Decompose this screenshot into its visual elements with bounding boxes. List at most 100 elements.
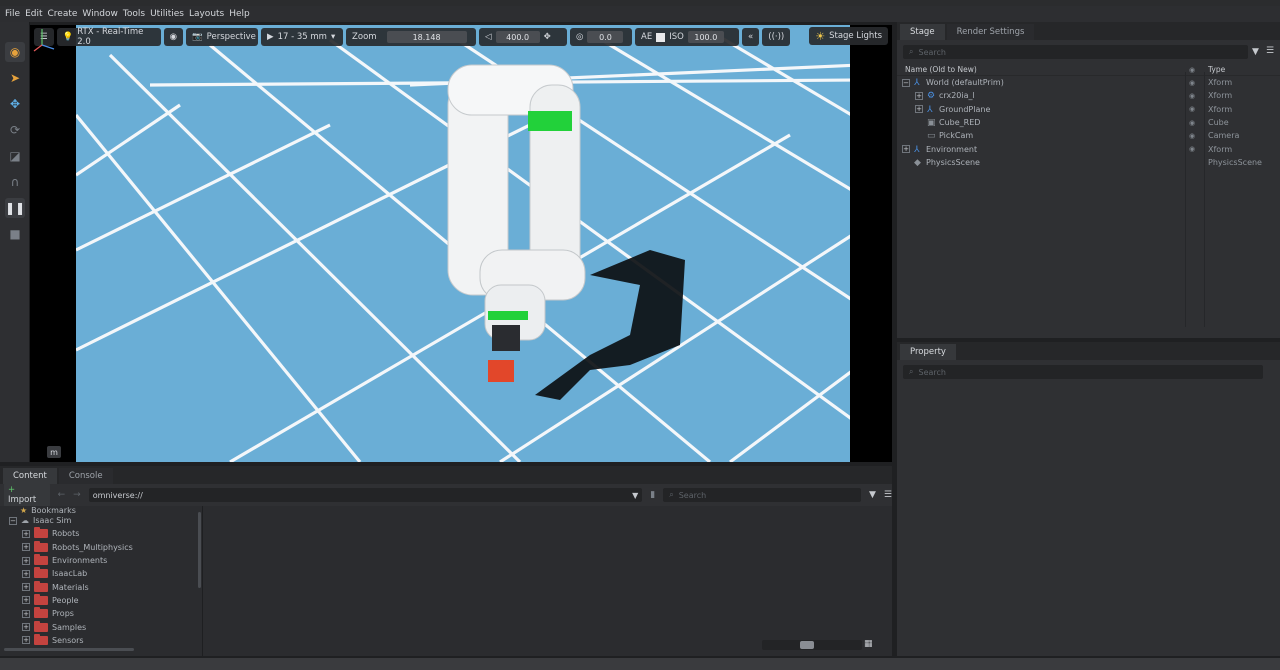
menu-utilities[interactable]: Utilities [150, 9, 184, 19]
filter-icon[interactable]: ▼ [1252, 47, 1259, 57]
select-tool-button[interactable]: ◉ [5, 42, 25, 62]
lens-selector[interactable]: ▶ 17 - 35 mm ▾ [261, 28, 344, 46]
scale-tool-button[interactable]: ◪ [5, 146, 25, 166]
folder-tree-scrollbar[interactable] [198, 512, 201, 588]
folder-tree-hscrollbar[interactable] [4, 648, 134, 651]
exposure-field[interactable]: 0.0 [587, 31, 624, 43]
expand-icon[interactable]: + [22, 556, 30, 565]
grid-view-icon[interactable]: ▦ [864, 639, 873, 649]
folder-robots-multiphysics[interactable]: + Robots_Multiphysics [0, 540, 202, 554]
forward-arrow-icon[interactable]: → [73, 490, 81, 500]
property-search-input[interactable]: ⌕ Search [903, 365, 1263, 379]
menu-window[interactable]: Window [82, 9, 118, 19]
path-value: omniverse:// [92, 490, 143, 500]
import-button[interactable]: + Import [4, 483, 50, 507]
pointer-tool-button[interactable]: ➤ [5, 68, 25, 88]
expand-icon[interactable]: + [915, 105, 923, 114]
expand-icon[interactable]: + [22, 596, 30, 605]
eye-icon[interactable]: ◉ [1189, 119, 1195, 127]
stage-row-pickcam[interactable]: ▭ PickCam ◉ Camera [897, 129, 1280, 142]
rotate-tool-button[interactable]: ⟳ [5, 120, 25, 140]
expand-icon[interactable]: + [22, 609, 30, 618]
stage-row-type: Xform [1208, 78, 1233, 88]
broadcast-button[interactable]: ((·)) [762, 28, 791, 46]
stage-row-environment[interactable]: + ⅄ Environment ◉ Xform [897, 142, 1280, 155]
menu-tools[interactable]: Tools [123, 9, 145, 19]
folder-isaaclab[interactable]: + IsaacLab [0, 567, 202, 580]
stage-lights-button[interactable]: ☀ Stage Lights [809, 27, 888, 45]
stage-search-input[interactable]: ⌕ Search [903, 45, 1248, 59]
tab-render-settings[interactable]: Render Settings [946, 24, 1035, 40]
speed-field[interactable]: 400.0 [495, 31, 540, 43]
eye-icon[interactable]: ◉ [1189, 105, 1195, 113]
back-arrow-icon[interactable]: ← [58, 490, 66, 500]
folder-samples[interactable]: + Samples [0, 620, 202, 633]
iso-field[interactable]: 100.0 [687, 31, 724, 43]
folder-materials[interactable]: + Materials [0, 580, 202, 593]
folder-environments[interactable]: + Environments [0, 554, 202, 567]
collapse-toolbar-button[interactable]: « [742, 28, 760, 46]
pause-button[interactable]: ❚❚ [5, 198, 25, 218]
camera-selector[interactable]: 📷 Perspective [186, 28, 259, 46]
stage-row-cube[interactable]: ▣ Cube_RED ◉ Cube [897, 116, 1280, 129]
menu-icon[interactable]: ☰ [884, 490, 892, 500]
thumbnail-size-slider[interactable] [762, 640, 862, 650]
folder-people[interactable]: + People [0, 593, 202, 607]
menu-edit[interactable]: Edit [25, 9, 42, 19]
collapse-icon[interactable]: − [902, 78, 910, 87]
property-search-placeholder: Search [918, 367, 946, 377]
stage-row-world[interactable]: − ⅄ World (defaultPrim) ◉ Xform [897, 76, 1280, 89]
folder-bookmarks[interactable]: ★ Bookmarks [0, 506, 202, 514]
folder-sensors[interactable]: + Sensors [0, 633, 202, 647]
expand-icon[interactable]: + [22, 529, 30, 538]
zoom-field[interactable]: 18.148 [386, 31, 467, 43]
visibility-button[interactable]: ◉ [163, 28, 184, 46]
stage-row-type: Xform [1208, 104, 1233, 114]
menu-file[interactable]: File [5, 9, 20, 19]
folder-isaac-sim[interactable]: − ☁ Isaac Sim [0, 514, 202, 527]
expand-icon[interactable]: + [22, 623, 30, 632]
stage-row-name: Environment [926, 144, 978, 154]
slider-handle[interactable] [800, 641, 814, 649]
type-column-header[interactable]: Type [1208, 65, 1225, 74]
move-tool-button[interactable]: ✥ [5, 94, 25, 114]
stage-row-physicsscene[interactable]: ◆ PhysicsScene PhysicsScene [897, 156, 1280, 169]
eye-icon[interactable]: ◉ [1189, 132, 1195, 140]
stop-button[interactable]: ■ [5, 224, 25, 244]
collapse-icon[interactable]: − [9, 516, 17, 525]
renderer-selector[interactable]: 💡 RTX - Real-Time 2.0 [56, 27, 161, 47]
tab-console[interactable]: Console [58, 468, 113, 484]
broadcast-icon: ((·)) [768, 32, 785, 42]
search-icon: ⌕ [909, 367, 914, 376]
folder-robots[interactable]: + Robots [0, 527, 202, 540]
path-input[interactable]: omniverse:// ▼ [88, 488, 643, 502]
bookmark-icon[interactable]: ▮ [650, 490, 655, 500]
expand-icon[interactable]: + [22, 543, 30, 552]
eye-icon[interactable]: ◉ [1189, 92, 1195, 100]
stage-row-groundplane[interactable]: + ⅄ GroundPlane ◉ Xform [897, 103, 1280, 116]
expand-icon[interactable]: + [22, 569, 30, 578]
expand-icon[interactable]: + [902, 145, 910, 154]
name-column-header[interactable]: Name (Old to New) [905, 65, 977, 74]
expand-icon[interactable]: + [22, 636, 30, 645]
menu-icon[interactable]: ☰ [1266, 46, 1274, 56]
viewport[interactable]: ☰ 💡 RTX - Real-Time 2.0 ◉ 📷 Perspective … [30, 25, 892, 462]
axis-gizmo [33, 29, 55, 52]
tab-stage[interactable]: Stage [900, 24, 945, 40]
expand-icon[interactable]: + [915, 91, 923, 100]
eye-icon[interactable]: ◉ [1189, 145, 1195, 153]
snap-tool-button[interactable]: ∩ [5, 172, 25, 192]
folder-props[interactable]: + Props [0, 607, 202, 620]
tab-property[interactable]: Property [900, 344, 956, 360]
menu-help[interactable]: Help [229, 9, 250, 19]
ae-checkbox[interactable] [656, 32, 666, 42]
eye-icon[interactable]: ◉ [1189, 79, 1195, 87]
menu-create[interactable]: Create [48, 9, 78, 19]
stage-row-robot[interactable]: + ⚙ crx20ia_l ◉ Xform [897, 89, 1280, 102]
menu-layouts[interactable]: Layouts [189, 9, 224, 19]
filter-icon[interactable]: ▼ [869, 490, 876, 500]
expand-icon[interactable]: + [22, 583, 30, 592]
content-search-input[interactable]: ⌕ Search [663, 488, 861, 502]
chevron-down-icon[interactable]: ▼ [632, 491, 638, 500]
tab-content[interactable]: Content [3, 468, 57, 484]
